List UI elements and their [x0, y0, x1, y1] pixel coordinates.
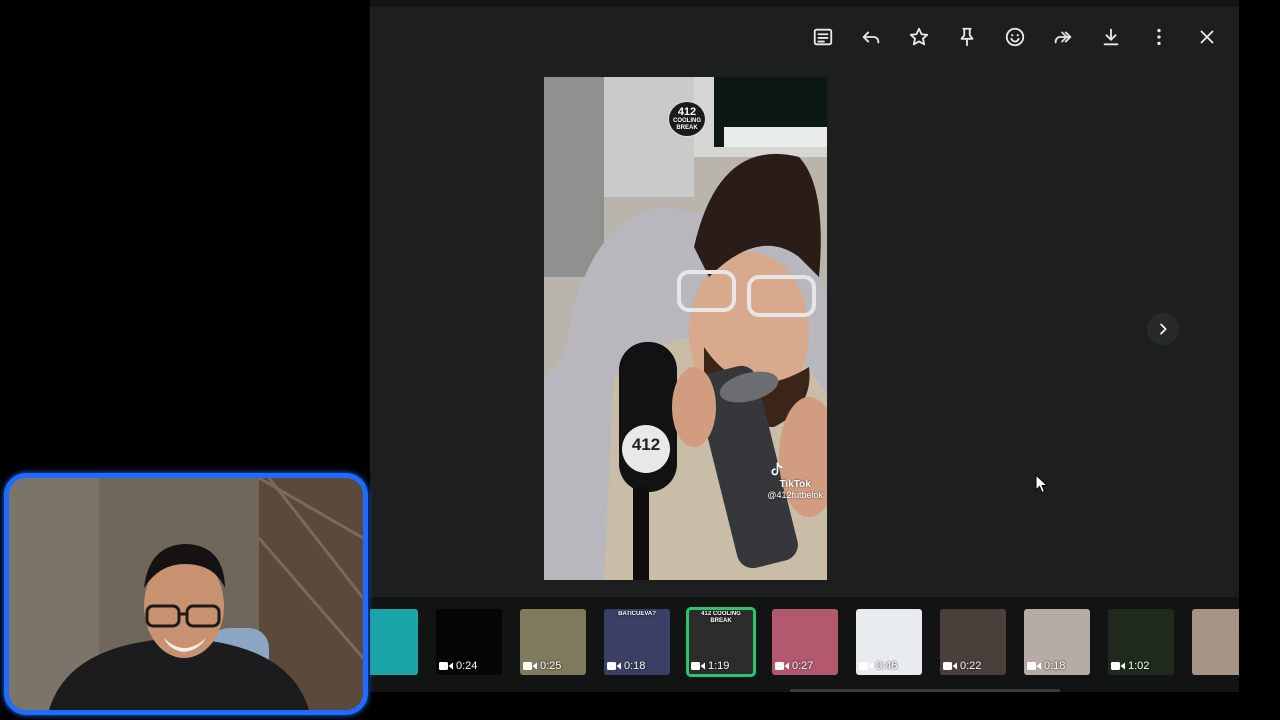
react-button[interactable]: [997, 19, 1033, 55]
video-camera-icon: [1027, 662, 1041, 670]
thumbnail-duration: 0:22: [943, 660, 981, 672]
thumbnail[interactable]: [1192, 609, 1239, 675]
reply-button[interactable]: [853, 19, 889, 55]
pin-button[interactable]: [949, 19, 985, 55]
thumbnail[interactable]: 0:25: [520, 609, 586, 675]
tiktok-watermark: TikTok @412futbelok: [767, 461, 823, 501]
thumbnail-caption: 412 COOLING BREAK: [701, 611, 741, 624]
star-button[interactable]: [901, 19, 937, 55]
download-button[interactable]: [1093, 19, 1129, 55]
star-icon: [909, 27, 929, 46]
duration-label: 0:18: [1044, 660, 1066, 672]
thumbnail-duration: 0:18: [607, 660, 645, 672]
cooling-break-logo: 412 COOLING BREAK: [668, 101, 706, 137]
more-options-button[interactable]: [1141, 19, 1177, 55]
thumbnail[interactable]: 0:27: [772, 609, 838, 675]
next-media-button[interactable]: [1147, 313, 1179, 345]
media-viewer: 412 COOLING BREAK 412 TikTok @412futbelo…: [370, 0, 1239, 692]
video-camera-icon: [523, 662, 537, 670]
thumbnail-duration: 0:25: [523, 660, 561, 672]
duration-label: 1:19: [708, 660, 730, 672]
thumbnail-duration: 0:18: [1027, 660, 1065, 672]
video-frame-image: [544, 77, 827, 580]
thumbnail[interactable]: BATICUEVA? 0:18: [604, 609, 670, 675]
chevron-right-icon: [1160, 323, 1167, 335]
video-camera-icon: [775, 662, 789, 670]
logo-number: 412: [677, 105, 697, 118]
thumbnail-selected[interactable]: 412 COOLING BREAK 1:19: [686, 607, 756, 677]
thumbnail[interactable]: [370, 609, 418, 675]
thumbnail[interactable]: 0:22: [940, 609, 1006, 675]
video-camera-icon: [1111, 662, 1125, 670]
mouse-cursor-icon: [1035, 474, 1049, 494]
pin-icon: [960, 27, 974, 47]
webcam-image: [9, 478, 363, 710]
close-button[interactable]: [1189, 19, 1225, 55]
thumbnail-caption: BATICUEVA?: [618, 611, 656, 617]
thumbnail-duration: 0:46: [859, 660, 897, 672]
video-camera-icon: [943, 662, 957, 670]
video-camera-icon: [691, 662, 705, 670]
thumbnail-duration: 1:19: [691, 660, 729, 672]
thumbnail-list: 0:24 0:25 BATICUEVA? 0:18 412 COOLING BREAK 1…: [370, 607, 1239, 677]
video-camera-icon: [439, 662, 453, 670]
more-icon: [1157, 28, 1161, 46]
duration-label: 0:22: [960, 660, 982, 672]
video-camera-icon: [607, 662, 621, 670]
duration-label: 1:02: [1128, 660, 1150, 672]
thumbnail-duration: 1:02: [1111, 660, 1149, 672]
duration-label: 0:18: [624, 660, 646, 672]
caption-icon: [813, 28, 833, 46]
tiktok-brand: TikTok: [779, 479, 811, 490]
main-video-player[interactable]: 412 COOLING BREAK 412 TikTok @412futbelo…: [544, 77, 827, 580]
tiktok-handle: @412futbelok: [767, 490, 823, 500]
forward-button[interactable]: [1045, 19, 1081, 55]
download-icon: [1103, 28, 1119, 46]
caption-button[interactable]: [805, 19, 841, 55]
tiktok-icon: [771, 462, 783, 476]
close-icon: [1200, 30, 1214, 44]
thumbnail-duration: 0:27: [775, 660, 813, 672]
thumbnail-scrollbar[interactable]: [790, 689, 1060, 692]
thumbnail[interactable]: 0:46: [856, 609, 922, 675]
viewer-top-edge: [370, 0, 1239, 7]
thumbnail[interactable]: 0:18: [1024, 609, 1090, 675]
react-icon: [1005, 27, 1025, 47]
mic-label: 412: [631, 435, 661, 454]
screen: 412 COOLING BREAK 412 TikTok @412futbelo…: [0, 0, 1280, 720]
thumbnail-strip[interactable]: 0:24 0:25 BATICUEVA? 0:18 412 COOLING BREAK 1…: [370, 597, 1239, 692]
thumbnail-duration: 0:24: [439, 660, 477, 672]
viewer-toolbar: [793, 19, 1225, 55]
thumbnail[interactable]: 0:24: [436, 609, 502, 675]
forward-icon: [1054, 31, 1072, 44]
duration-label: 0:46: [876, 660, 898, 672]
reply-icon: [862, 31, 880, 44]
logo-text: COOLING BREAK: [673, 117, 701, 131]
video-camera-icon: [859, 662, 873, 670]
duration-label: 0:25: [540, 660, 562, 672]
webcam-overlay: [4, 473, 368, 715]
duration-label: 0:27: [792, 660, 814, 672]
duration-label: 0:24: [456, 660, 478, 672]
thumbnail[interactable]: 1:02: [1108, 609, 1174, 675]
